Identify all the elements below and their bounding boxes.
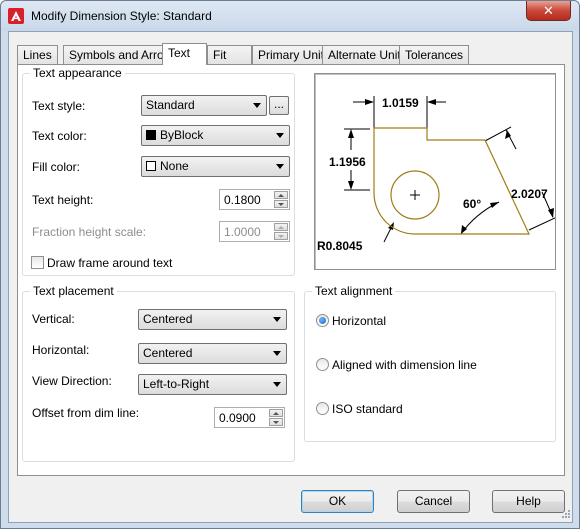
- text-appearance-legend: Text appearance: [30, 66, 125, 80]
- title-bar[interactable]: Modify Dimension Style: Standard ✕: [1, 1, 579, 31]
- draw-frame-label[interactable]: Draw frame around text: [47, 256, 172, 270]
- close-icon: ✕: [543, 3, 554, 18]
- chevron-down-icon: [273, 317, 281, 322]
- text-appearance-group: Text appearance Text style: Standard ...…: [22, 66, 295, 276]
- horizontal-dropdown[interactable]: Centered: [138, 343, 287, 364]
- view-direction-value: Left-to-Right: [143, 377, 210, 391]
- text-color-dropdown[interactable]: ByBlock: [141, 125, 290, 146]
- ok-button[interactable]: OK: [301, 490, 374, 513]
- help-button[interactable]: Help: [492, 490, 565, 513]
- tab-tolerances[interactable]: Tolerances: [399, 45, 470, 64]
- spin-up-icon[interactable]: [274, 191, 288, 199]
- text-tab-panel: Text appearance Text style: Standard ...…: [17, 64, 565, 476]
- text-placement-legend: Text placement: [30, 284, 117, 298]
- chevron-down-icon: [276, 133, 284, 138]
- spin-up-icon[interactable]: [269, 409, 283, 417]
- horizontal-label: Horizontal:: [32, 343, 90, 357]
- offset-from-dim-line-label: Offset from dim line:: [32, 406, 140, 420]
- text-color-value: ByBlock: [160, 128, 204, 142]
- text-height-value: 0.1800: [224, 193, 261, 207]
- vertical-value: Centered: [143, 312, 193, 326]
- horizontal-value: Centered: [143, 346, 193, 360]
- text-style-browse-button[interactable]: ...: [269, 96, 289, 115]
- fraction-height-scale-label: Fraction height scale:: [32, 225, 147, 239]
- text-alignment-group: Text alignment Horizontal Aligned with d…: [304, 284, 556, 442]
- text-placement-group: Text placement Vertical: Centered Horizo…: [22, 284, 295, 462]
- preview-dim-top: 1.0159: [382, 96, 419, 110]
- chevron-down-icon: [273, 351, 281, 356]
- tab-lines[interactable]: Lines: [17, 45, 58, 64]
- iso-standard-option-label[interactable]: ISO standard: [332, 402, 403, 416]
- vertical-label: Vertical:: [32, 312, 75, 326]
- autocad-logo-icon: [8, 8, 24, 24]
- spin-down-icon[interactable]: [274, 200, 288, 208]
- chevron-down-icon: [253, 103, 261, 108]
- text-style-dropdown[interactable]: Standard: [141, 95, 267, 116]
- fill-color-value: None: [160, 159, 189, 173]
- text-style-label: Text style:: [32, 99, 86, 113]
- preview-dim-radius: R0.8045: [317, 239, 363, 253]
- fill-color-label: Fill color:: [32, 160, 81, 174]
- vertical-dropdown[interactable]: Centered: [138, 309, 287, 330]
- preview-dim-angle: 60°: [463, 197, 481, 211]
- fraction-height-scale-value: 1.0000: [224, 225, 261, 239]
- preview-dim-right: 2.0207: [511, 187, 548, 201]
- preview-dim-left: 1.1956: [329, 155, 366, 169]
- resize-grip-icon[interactable]: [560, 510, 570, 520]
- view-direction-label: View Direction:: [32, 374, 112, 388]
- close-button[interactable]: ✕: [526, 1, 571, 21]
- cancel-button[interactable]: Cancel: [397, 490, 470, 513]
- fill-color-swatch: [146, 161, 156, 171]
- chevron-down-icon: [276, 164, 284, 169]
- preview-outline: [373, 127, 530, 235]
- spin-up-icon: [274, 223, 288, 231]
- dimension-preview: 1.0159 1.1956 2.0207 60° R0.8045: [314, 73, 556, 270]
- draw-frame-checkbox[interactable]: [31, 256, 44, 269]
- dialog-window: Modify Dimension Style: Standard ✕ Lines…: [0, 0, 580, 529]
- dialog-body: Lines Symbols and Arrows Text Fit Primar…: [8, 31, 573, 523]
- tab-text[interactable]: Text: [162, 43, 207, 65]
- aligned-option-label[interactable]: Aligned with dimension line: [332, 358, 477, 372]
- text-alignment-legend: Text alignment: [312, 284, 396, 298]
- spin-down-icon: [274, 232, 288, 240]
- radio-iso-standard[interactable]: [316, 402, 329, 415]
- text-style-value: Standard: [146, 98, 195, 112]
- fill-color-dropdown[interactable]: None: [141, 156, 290, 177]
- radio-aligned-with-dimension-line[interactable]: [316, 358, 329, 371]
- preview-drawing: 1.0159 1.1956 2.0207 60° R0.8045: [317, 96, 555, 253]
- offset-from-dim-line-spinner[interactable]: 0.0900: [214, 407, 285, 428]
- chevron-down-icon: [273, 382, 281, 387]
- text-height-label: Text height:: [32, 193, 94, 207]
- spin-down-icon[interactable]: [269, 418, 283, 426]
- text-color-label: Text color:: [32, 129, 87, 143]
- tab-fit[interactable]: Fit: [207, 45, 252, 64]
- text-color-swatch: [146, 130, 156, 140]
- text-height-spinner[interactable]: 0.1800: [219, 189, 290, 210]
- offset-from-dim-line-value: 0.0900: [219, 411, 256, 425]
- fraction-height-scale-spinner: 1.0000: [219, 221, 290, 242]
- view-direction-dropdown[interactable]: Left-to-Right: [138, 374, 287, 395]
- horizontal-option-label[interactable]: Horizontal: [332, 314, 386, 328]
- window-title: Modify Dimension Style: Standard: [31, 9, 212, 23]
- radio-horizontal[interactable]: [316, 314, 329, 327]
